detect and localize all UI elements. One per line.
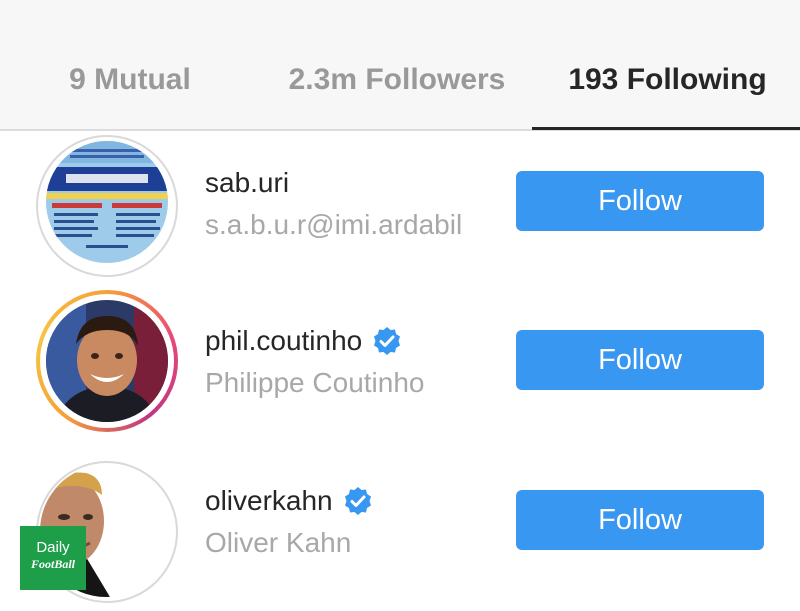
portrait-photo — [46, 300, 168, 422]
full-name: Oliver Kahn — [205, 527, 352, 558]
list-item: phil.coutinho Philippe Coutinho Follow — [0, 290, 800, 440]
avatar[interactable] — [46, 300, 168, 422]
tab-mutual[interactable]: 9 Mutual — [20, 60, 240, 100]
username[interactable]: phil.coutinho — [205, 323, 402, 359]
follow-button[interactable]: Follow — [516, 171, 764, 231]
active-tab-indicator — [532, 127, 800, 130]
watermark-line-2: FootBall — [30, 557, 75, 571]
follow-button[interactable]: Follow — [516, 330, 764, 390]
poster-image — [46, 141, 168, 263]
avatar[interactable] — [46, 141, 168, 263]
list-item: sab.uri s.a.b.u.r@imi.ardabil Follow — [0, 135, 800, 285]
verified-badge-icon — [374, 326, 401, 355]
tab-following[interactable]: 193 Following — [540, 60, 795, 100]
username[interactable]: oliverkahn — [205, 483, 373, 519]
username-text: sab.uri — [205, 167, 290, 198]
username[interactable]: sab.uri — [205, 165, 289, 201]
username-text: oliverkahn — [205, 485, 333, 516]
full-name: Philippe Coutinho — [205, 367, 425, 398]
tab-bar: 9 Mutual 2.3m Followers 193 Following — [0, 0, 800, 131]
list-item: oliverkahn Oliver Kahn Follow — [0, 455, 800, 605]
verified-badge-icon — [344, 486, 371, 515]
watermark-line-1: Daily — [36, 539, 70, 556]
full-name: s.a.b.u.r@imi.ardabil — [205, 209, 463, 240]
tab-followers[interactable]: 2.3m Followers — [262, 60, 532, 100]
follow-button[interactable]: Follow — [516, 490, 764, 550]
watermark-logo: Daily FootBall — [20, 526, 86, 590]
username-text: phil.coutinho — [205, 325, 363, 356]
